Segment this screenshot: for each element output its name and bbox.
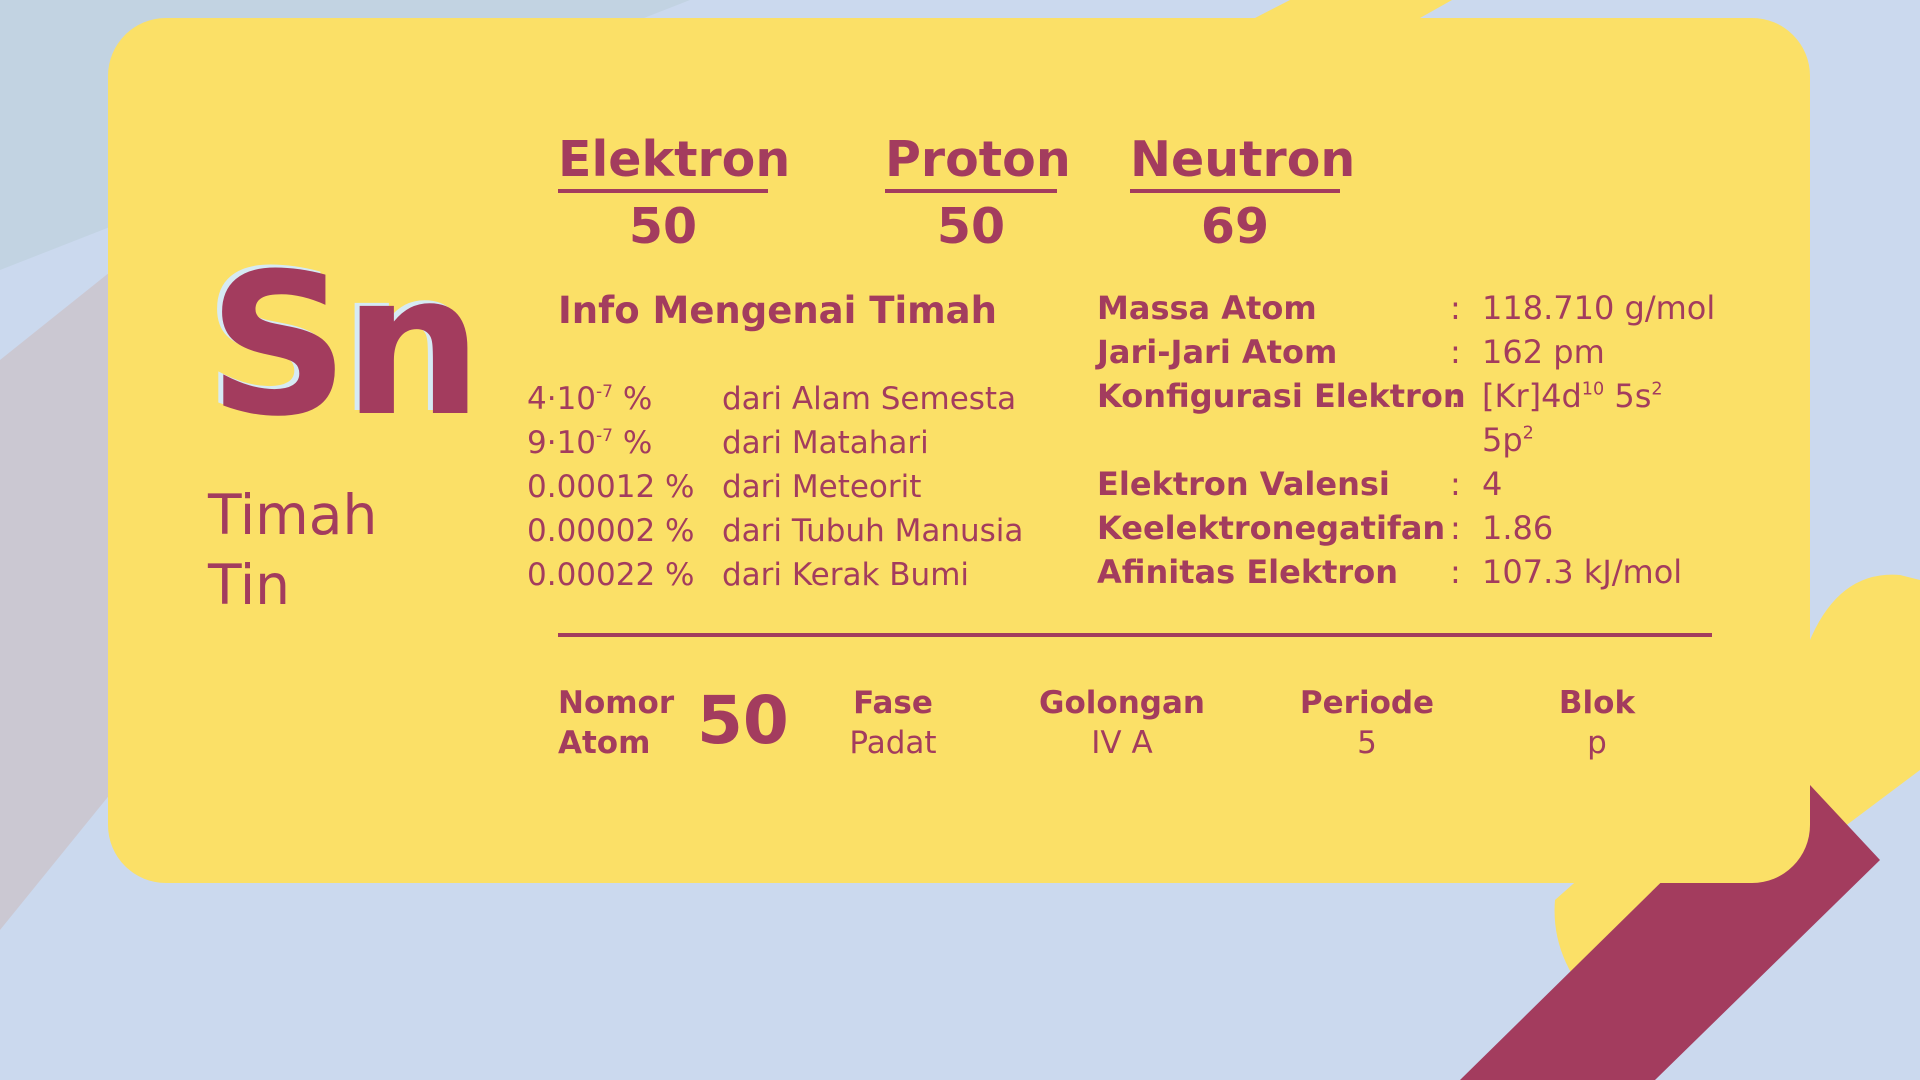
atomic-radius-label: Jari-Jari Atom bbox=[1097, 333, 1338, 371]
valence-electrons-value: 4 bbox=[1482, 465, 1503, 503]
colon: : bbox=[1450, 553, 1461, 591]
electron-configuration-label: Konfigurasi Elektron bbox=[1097, 377, 1466, 415]
abundance-value: 4·10-7 % bbox=[527, 381, 653, 417]
atomic-mass-value: 118.710 g/mol bbox=[1482, 289, 1716, 327]
block-value: p bbox=[1587, 725, 1607, 761]
valence-electrons-label: Elektron Valensi bbox=[1097, 465, 1390, 503]
electron-configuration-value-line2: 5p2 bbox=[1482, 421, 1534, 459]
neutron-count: 69 bbox=[1200, 198, 1270, 255]
abundance-value: 0.00022 % bbox=[527, 557, 695, 593]
atomic-mass-label: Massa Atom bbox=[1097, 289, 1317, 327]
electron-affinity-label: Afinitas Elektron bbox=[1097, 553, 1398, 591]
electron-affinity-value: 107.3 kJ/mol bbox=[1482, 553, 1683, 591]
element-symbol: Sn bbox=[208, 232, 483, 460]
element-name-indonesian: Timah bbox=[208, 483, 378, 547]
neutron-underline bbox=[1130, 189, 1340, 193]
period-value: 5 bbox=[1357, 725, 1377, 761]
abundance-source: dari Kerak Bumi bbox=[722, 557, 970, 593]
electron-configuration-value: [Kr]4d10 5s2 bbox=[1482, 377, 1663, 415]
abundance-source: dari Alam Semesta bbox=[722, 381, 1017, 417]
phase-label: Fase bbox=[853, 685, 933, 721]
info-title: Info Mengenai Timah bbox=[558, 289, 997, 332]
period-label: Periode bbox=[1299, 685, 1435, 721]
group-label: Golongan bbox=[1039, 685, 1205, 721]
abundance-value: 0.00012 % bbox=[527, 469, 695, 505]
atomic-number-label-line2: Atom bbox=[558, 725, 651, 761]
proton-count: 50 bbox=[936, 198, 1006, 255]
abundance-source: dari Meteorit bbox=[722, 469, 922, 505]
section-divider bbox=[558, 633, 1712, 637]
phase-value: Padat bbox=[849, 725, 937, 761]
abundance-source: dari Tubuh Manusia bbox=[722, 513, 1024, 549]
abundance-value: 9·10-7 % bbox=[527, 425, 653, 461]
electronegativity-value: 1.86 bbox=[1482, 509, 1554, 547]
neutron-label: Neutron bbox=[1130, 131, 1356, 188]
electron-label: Elektron bbox=[558, 131, 791, 188]
colon: : bbox=[1450, 465, 1461, 503]
electron-count: 50 bbox=[628, 198, 698, 255]
atomic-number-label: Nomor bbox=[558, 685, 675, 721]
colon: : bbox=[1450, 509, 1461, 547]
atomic-number: 50 bbox=[697, 682, 789, 759]
electron-underline bbox=[558, 189, 768, 193]
group-value: IV A bbox=[1091, 725, 1153, 761]
electronegativity-label: Keelektronegatifan bbox=[1097, 509, 1446, 547]
colon: : bbox=[1450, 377, 1461, 415]
proton-underline bbox=[885, 189, 1057, 193]
atomic-radius-value: 162 pm bbox=[1482, 333, 1605, 371]
colon: : bbox=[1450, 333, 1461, 371]
proton-label: Proton bbox=[885, 131, 1071, 188]
abundance-value: 0.00002 % bbox=[527, 513, 695, 549]
block-label: Blok bbox=[1558, 685, 1636, 721]
element-name-english: Tin bbox=[208, 553, 291, 617]
colon: : bbox=[1450, 289, 1461, 327]
abundance-source: dari Matahari bbox=[722, 425, 929, 461]
